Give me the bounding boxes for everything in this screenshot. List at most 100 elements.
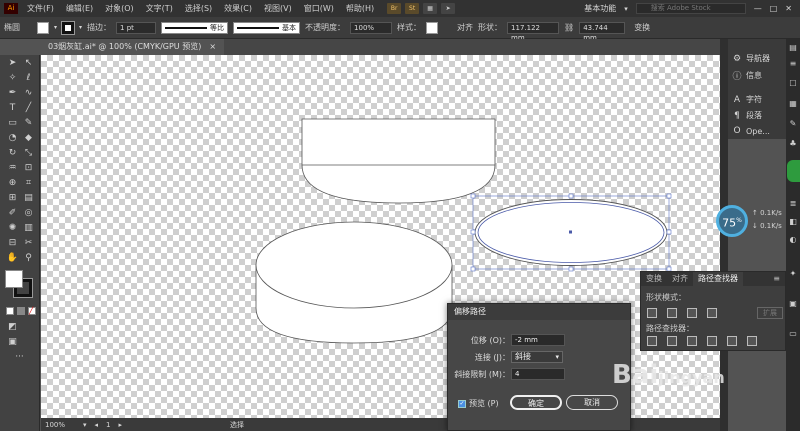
- opacity-label[interactable]: 不透明度：: [305, 22, 345, 33]
- ok-button[interactable]: 确定: [510, 395, 562, 410]
- blend-tool-icon[interactable]: ◎: [22, 207, 35, 219]
- outline-icon[interactable]: [727, 336, 737, 346]
- green-side-badge[interactable]: [787, 160, 800, 182]
- panel-opentype[interactable]: O Ope...: [732, 126, 769, 136]
- close-icon[interactable]: ✕: [785, 4, 792, 13]
- chevron-down-icon[interactable]: ▾: [54, 24, 57, 31]
- shape-builder-tool-icon[interactable]: ⊕: [6, 177, 19, 189]
- swatches-icon[interactable]: ▦: [788, 99, 798, 109]
- draw-mode-icon[interactable]: ◩: [6, 321, 19, 333]
- menu-type[interactable]: 文字(T): [141, 3, 180, 14]
- cancel-button[interactable]: 取消: [566, 395, 618, 410]
- tab-transform[interactable]: 变换: [641, 272, 667, 286]
- minus-back-icon[interactable]: [747, 336, 757, 346]
- zoom-tool-icon[interactable]: ⚲: [22, 252, 35, 264]
- tab-align[interactable]: 对齐: [667, 272, 693, 286]
- close-tab-icon[interactable]: ×: [209, 39, 216, 55]
- menu-edit[interactable]: 编辑(E): [61, 3, 100, 14]
- scale-tool-icon[interactable]: ⤡: [22, 147, 35, 159]
- transform-button[interactable]: 变换: [634, 22, 650, 33]
- crop-icon[interactable]: [707, 336, 717, 346]
- libraries-icon[interactable]: ☐: [788, 79, 798, 89]
- divide-icon[interactable]: [647, 336, 657, 346]
- minimize-icon[interactable]: —: [754, 4, 762, 13]
- menu-window[interactable]: 窗口(W): [299, 3, 341, 14]
- document-tab[interactable]: 03烟灰缸.ai* @ 100% (CMYK/GPU 预览) ×: [40, 39, 225, 55]
- brushes-icon[interactable]: ✎: [788, 119, 798, 129]
- panel-character[interactable]: A 字符: [732, 94, 762, 105]
- none-mode-icon[interactable]: ╱: [28, 307, 36, 315]
- expand-button[interactable]: 扩展: [757, 307, 783, 319]
- selection-tool-icon[interactable]: ➤: [6, 57, 19, 69]
- pencil-tool-icon[interactable]: ✎: [22, 117, 35, 129]
- shaper-tool-icon[interactable]: ◔: [6, 132, 19, 144]
- panel-paragraph[interactable]: ¶ 段落: [732, 110, 762, 121]
- menu-object[interactable]: 对象(O): [100, 3, 141, 14]
- type-tool-icon[interactable]: T: [6, 102, 19, 114]
- artboard-tool-icon[interactable]: ⊟: [6, 237, 19, 249]
- direct-selection-tool-icon[interactable]: ↖: [22, 57, 35, 69]
- stock-search-input[interactable]: 搜索 Adobe Stock: [635, 3, 746, 14]
- more-tools-icon[interactable]: ···: [13, 351, 26, 363]
- tab-pathfinder[interactable]: 路径查找器: [693, 272, 743, 286]
- eraser-tool-icon[interactable]: ◆: [22, 132, 35, 144]
- transparency-panel-icon[interactable]: ◐: [788, 235, 798, 245]
- variable-width-profile[interactable]: 等比: [161, 21, 229, 34]
- appearance-panel-icon[interactable]: ✦: [788, 269, 798, 279]
- intersect-icon[interactable]: [687, 308, 697, 318]
- stock-button[interactable]: St: [405, 3, 420, 14]
- link-icon[interactable]: ⛓: [564, 23, 574, 32]
- graph-tool-icon[interactable]: ▥: [22, 222, 35, 234]
- minus-front-icon[interactable]: [667, 308, 677, 318]
- exclude-icon[interactable]: [707, 308, 717, 318]
- width-field[interactable]: 117.122 mm: [507, 21, 560, 42]
- free-transform-tool-icon[interactable]: ⊡: [22, 162, 35, 174]
- opacity-field[interactable]: 100%: [350, 21, 393, 34]
- lasso-tool-icon[interactable]: ℓ: [22, 72, 35, 84]
- warp-tool-icon[interactable]: ♒: [6, 162, 19, 174]
- menu-view[interactable]: 视图(V): [259, 3, 299, 14]
- panel-navigator[interactable]: ⚙ 导航器: [732, 53, 770, 64]
- brush-definition[interactable]: 基本: [233, 21, 301, 34]
- artboard-prev-icon[interactable]: ◂: [95, 421, 99, 429]
- line-tool-icon[interactable]: ╱: [22, 102, 35, 114]
- menu-help[interactable]: 帮助(H): [341, 3, 381, 14]
- slice-tool-icon[interactable]: ✂: [22, 237, 35, 249]
- layout-icon[interactable]: ▦: [423, 3, 438, 14]
- align-button[interactable]: 对齐: [457, 22, 473, 33]
- chevron-down-icon[interactable]: ▾: [79, 24, 82, 31]
- height-field[interactable]: 43.744 mm: [579, 21, 626, 42]
- stroke-panel-icon[interactable]: ≣: [788, 199, 798, 209]
- bridge-button[interactable]: Br: [387, 3, 402, 14]
- panel-menu-icon[interactable]: ≡: [768, 272, 785, 286]
- preview-checkbox[interactable]: ✓ 预览 (P): [458, 398, 499, 409]
- gradient-tool-icon[interactable]: ▤: [22, 192, 35, 204]
- rectangle-tool-icon[interactable]: ▭: [6, 117, 19, 129]
- symbols-icon[interactable]: ♣: [788, 139, 798, 149]
- fill-color-icon[interactable]: [5, 270, 23, 288]
- screen-mode-icon[interactable]: ▣: [6, 336, 19, 348]
- perspective-grid-tool-icon[interactable]: ⌗: [22, 177, 35, 189]
- stroke-weight-field[interactable]: 1 pt: [116, 21, 157, 34]
- workspace-switcher[interactable]: 基本功能: [584, 3, 616, 14]
- maximize-icon[interactable]: □: [770, 4, 778, 13]
- miter-input[interactable]: 4: [511, 368, 565, 380]
- merge-icon[interactable]: [687, 336, 697, 346]
- fill-swatch[interactable]: [37, 21, 49, 34]
- unite-icon[interactable]: [647, 308, 657, 318]
- rotate-tool-icon[interactable]: ↻: [6, 147, 19, 159]
- graphic-styles-icon[interactable]: ▣: [788, 299, 798, 309]
- send-icon[interactable]: ➤: [441, 3, 456, 14]
- joins-select[interactable]: 斜接: [511, 351, 563, 363]
- symbol-sprayer-tool-icon[interactable]: ✺: [6, 222, 19, 234]
- hand-tool-icon[interactable]: ✋: [6, 252, 19, 264]
- graphic-style-swatch[interactable]: [426, 21, 439, 34]
- color-mode-icon[interactable]: [6, 307, 14, 315]
- chevron-down-icon[interactable]: ▾: [83, 421, 87, 429]
- mesh-tool-icon[interactable]: ⊞: [6, 192, 19, 204]
- zoom-level[interactable]: 100%: [45, 421, 75, 429]
- stroke-swatch[interactable]: [61, 20, 76, 35]
- artboards-panel-icon[interactable]: ▭: [788, 329, 798, 339]
- gradient-panel-icon[interactable]: ◧: [788, 217, 798, 227]
- panel-info[interactable]: ⓘ 信息: [732, 69, 762, 82]
